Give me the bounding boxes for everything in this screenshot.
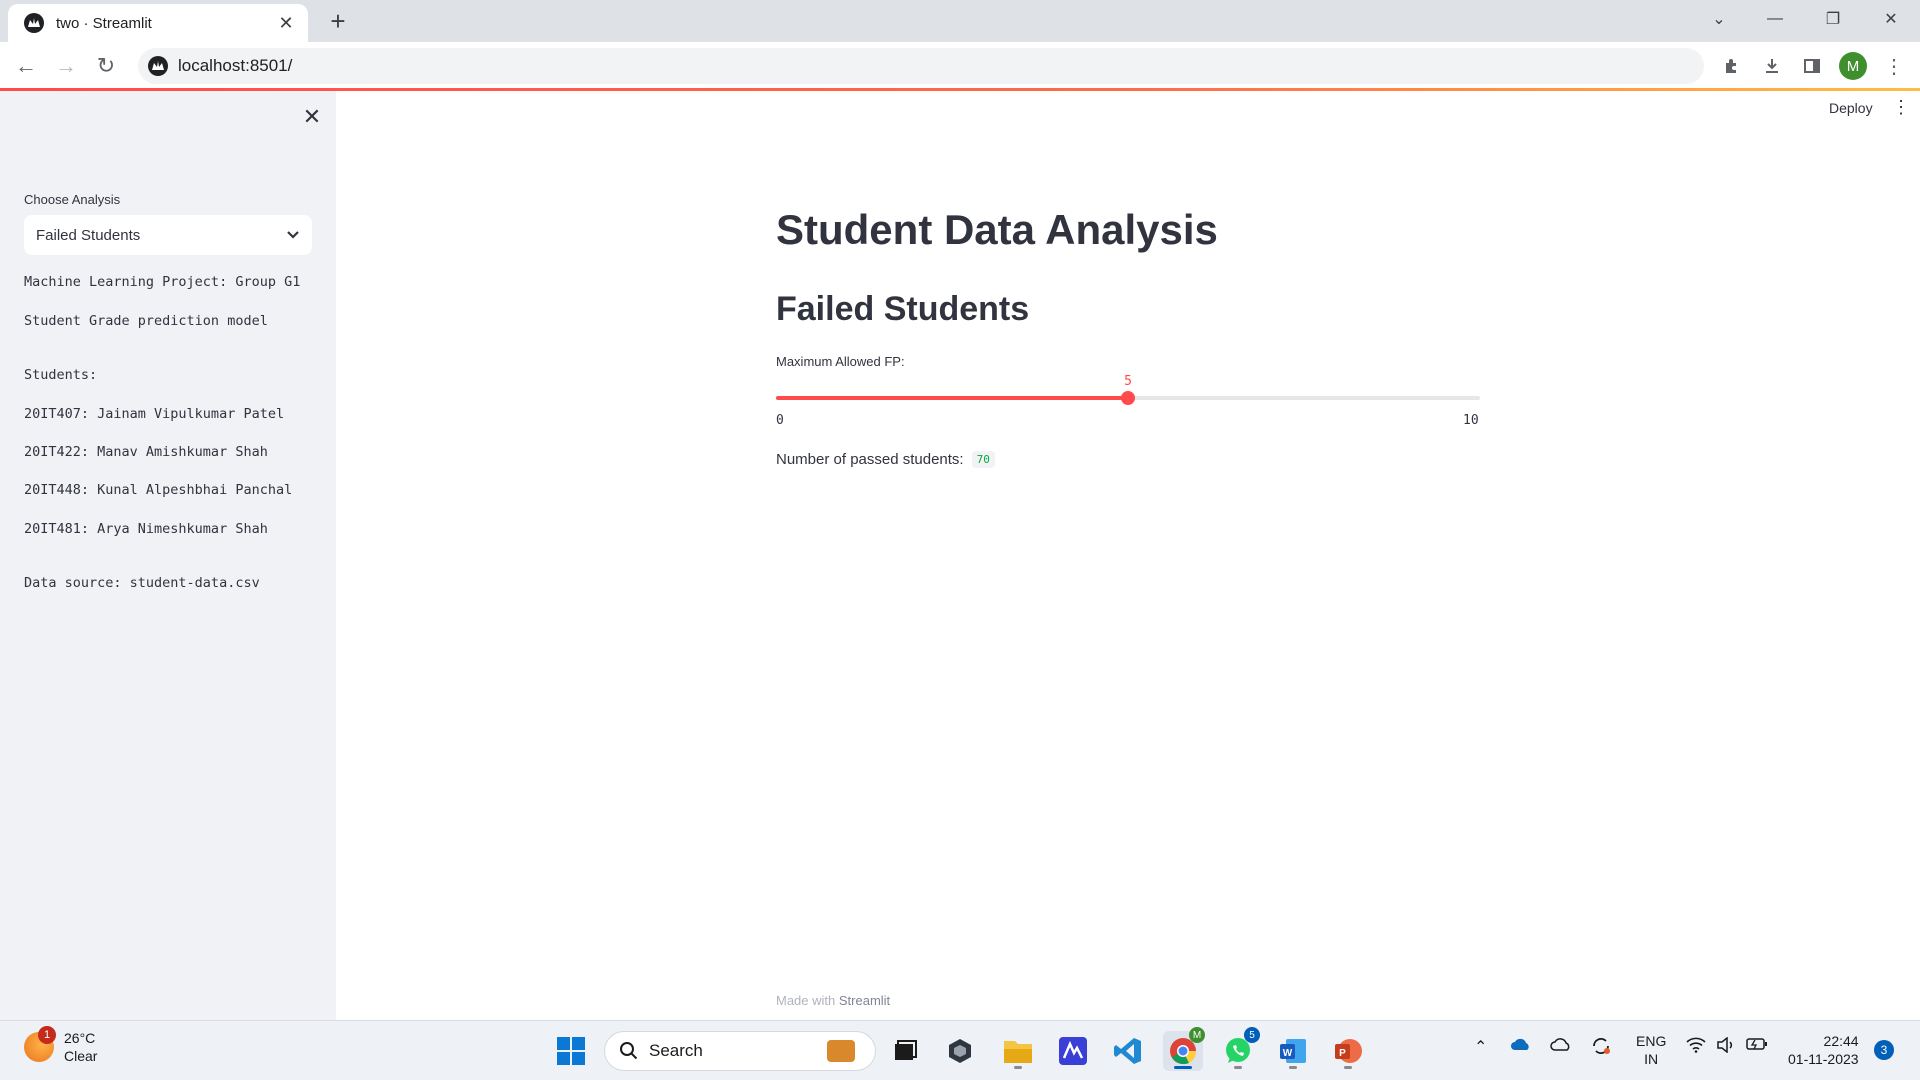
browser-tab-active[interactable]: two · Streamlit ✕ (8, 4, 308, 42)
new-tab-icon[interactable]: + (324, 8, 352, 36)
analysis-select-value: Failed Students (36, 226, 141, 244)
fp-slider-track[interactable] (776, 391, 1480, 405)
select-label: Choose Analysis (24, 192, 121, 207)
page-title: Student Data Analysis (776, 206, 1218, 253)
slider-max-label: 10 (1463, 413, 1479, 428)
weather-temp: 26°C (64, 1030, 96, 1046)
weather-desc: Clear (64, 1048, 98, 1064)
reload-icon[interactable]: ↻ (90, 50, 122, 82)
vscode-icon[interactable] (1108, 1031, 1148, 1071)
slider-min-label: 0 (776, 413, 784, 428)
show-hidden-icons-chevron-icon[interactable]: ⌃ (1474, 1037, 1487, 1057)
sidebar: ✕ Choose Analysis Failed Students Machin… (0, 91, 336, 1020)
clock-date: 01-11-2023 (1788, 1051, 1859, 1067)
mathpix-app-icon[interactable] (1053, 1031, 1093, 1071)
result-label: Number of passed students: (776, 451, 964, 468)
weather-widget[interactable]: 1 26°C Clear (24, 1026, 98, 1065)
footer-streamlit-link[interactable]: Streamlit (839, 993, 890, 1008)
svg-text:P: P (1339, 1048, 1346, 1059)
search-icon (620, 1042, 638, 1060)
profile-avatar[interactable]: M (1839, 52, 1867, 80)
side-panel-icon[interactable] (1796, 50, 1828, 82)
whatsapp-badge: 5 (1244, 1027, 1260, 1043)
running-indicator (1344, 1066, 1352, 1069)
back-icon[interactable]: ← (10, 50, 42, 82)
system-clock[interactable]: 22:44 01-11-2023 (1788, 1032, 1859, 1068)
result-value: 70 (971, 451, 995, 468)
browser-tabstrip: two · Streamlit ✕ + ⌄ — ❐ ✕ (0, 0, 1920, 42)
weather-moon-icon: 1 (24, 1026, 56, 1062)
input-language[interactable]: ENG IN (1636, 1032, 1666, 1068)
footer: Made with Streamlit (776, 993, 890, 1008)
weather-badge: 1 (38, 1026, 56, 1044)
restore-icon[interactable]: ❐ (1806, 0, 1860, 38)
student-item: 20IT448: Kunal Alpeshbhai Panchal (24, 482, 293, 498)
onedrive-icon[interactable] (1510, 1037, 1532, 1056)
forward-icon[interactable]: → (50, 50, 82, 82)
tab-search-chevron-icon[interactable]: ⌄ (1692, 0, 1746, 38)
slider-value: 5 (1124, 374, 1132, 389)
sidebar-close-icon[interactable]: ✕ (298, 103, 326, 131)
deploy-button[interactable]: Deploy (1829, 100, 1873, 116)
notification-badge[interactable]: 3 (1874, 1040, 1894, 1060)
streamlit-favicon-icon (24, 13, 44, 33)
word-icon[interactable]: W (1273, 1031, 1313, 1071)
cloud-icon[interactable] (1550, 1037, 1572, 1056)
passed-students-result: Number of passed students: 70 (776, 451, 995, 468)
powerpoint-icon[interactable]: P (1328, 1031, 1368, 1071)
project-text: Machine Learning Project: Group G1 (24, 274, 301, 290)
volume-icon[interactable] (1716, 1036, 1736, 1058)
address-bar[interactable]: localhost:8501/ (138, 48, 1704, 84)
sync-icon[interactable] (1590, 1035, 1612, 1062)
app-menu-icon[interactable]: ⋮ (1892, 97, 1910, 118)
file-explorer-icon[interactable] (998, 1031, 1038, 1071)
running-indicator (1234, 1066, 1242, 1069)
section-title: Failed Students (776, 290, 1030, 328)
taskbar-search[interactable]: Search (604, 1031, 876, 1071)
running-indicator (1289, 1066, 1297, 1069)
analysis-select[interactable]: Failed Students (24, 215, 312, 255)
fp-slider-fill (776, 396, 1128, 400)
student-item: 20IT422: Manav Amishkumar Shah (24, 444, 268, 460)
minimize-icon[interactable]: — (1748, 0, 1802, 38)
extensions-icon[interactable] (1716, 50, 1748, 82)
student-item: 20IT481: Arya Nimeshkumar Shah (24, 521, 268, 537)
windows-start-icon[interactable] (551, 1031, 591, 1071)
browser-menu-icon[interactable]: ⋮ (1878, 50, 1910, 82)
site-info-icon[interactable] (148, 56, 168, 76)
task-view-icon[interactable] (885, 1031, 925, 1071)
wifi-icon[interactable] (1686, 1037, 1706, 1058)
chrome-icon[interactable]: M (1163, 1027, 1205, 1071)
tab-title: two · Streamlit (56, 14, 152, 32)
unity-hub-icon[interactable] (940, 1031, 980, 1071)
chevron-down-icon (286, 227, 300, 244)
battery-icon[interactable] (1746, 1037, 1768, 1056)
slider-label: Maximum Allowed FP: (776, 354, 905, 369)
svg-text:W: W (1283, 1048, 1293, 1059)
browser-toolbar: ← → ↻ localhost:8501/ ⋮ (0, 42, 1920, 90)
search-label: Search (649, 1041, 703, 1060)
model-text: Student Grade prediction model (24, 313, 268, 329)
footer-prefix: Made with (776, 993, 836, 1008)
download-icon[interactable] (1756, 50, 1788, 82)
student-item: 20IT407: Jainam Vipulkumar Patel (24, 406, 285, 422)
chrome-profile-badge: M (1189, 1027, 1205, 1043)
active-indicator (1174, 1066, 1192, 1069)
tab-close-icon[interactable]: ✕ (276, 13, 296, 34)
data-source-text: Data source: student-data.csv (24, 575, 260, 591)
url-text: localhost:8501/ (178, 56, 293, 75)
whatsapp-icon[interactable]: 5 (1218, 1027, 1260, 1071)
lang-line2: IN (1644, 1051, 1659, 1067)
fp-slider-thumb[interactable] (1121, 391, 1135, 405)
taskbar: 1 26°C Clear Search M 5 W P ⌃ ENG IN 22:… (0, 1020, 1920, 1080)
briefcase-icon (827, 1040, 855, 1062)
lang-line1: ENG (1636, 1033, 1667, 1049)
clock-time: 22:44 (1823, 1033, 1859, 1049)
running-indicator (1014, 1066, 1022, 1069)
window-close-icon[interactable]: ✕ (1864, 0, 1918, 38)
students-heading: Students: (24, 367, 98, 383)
